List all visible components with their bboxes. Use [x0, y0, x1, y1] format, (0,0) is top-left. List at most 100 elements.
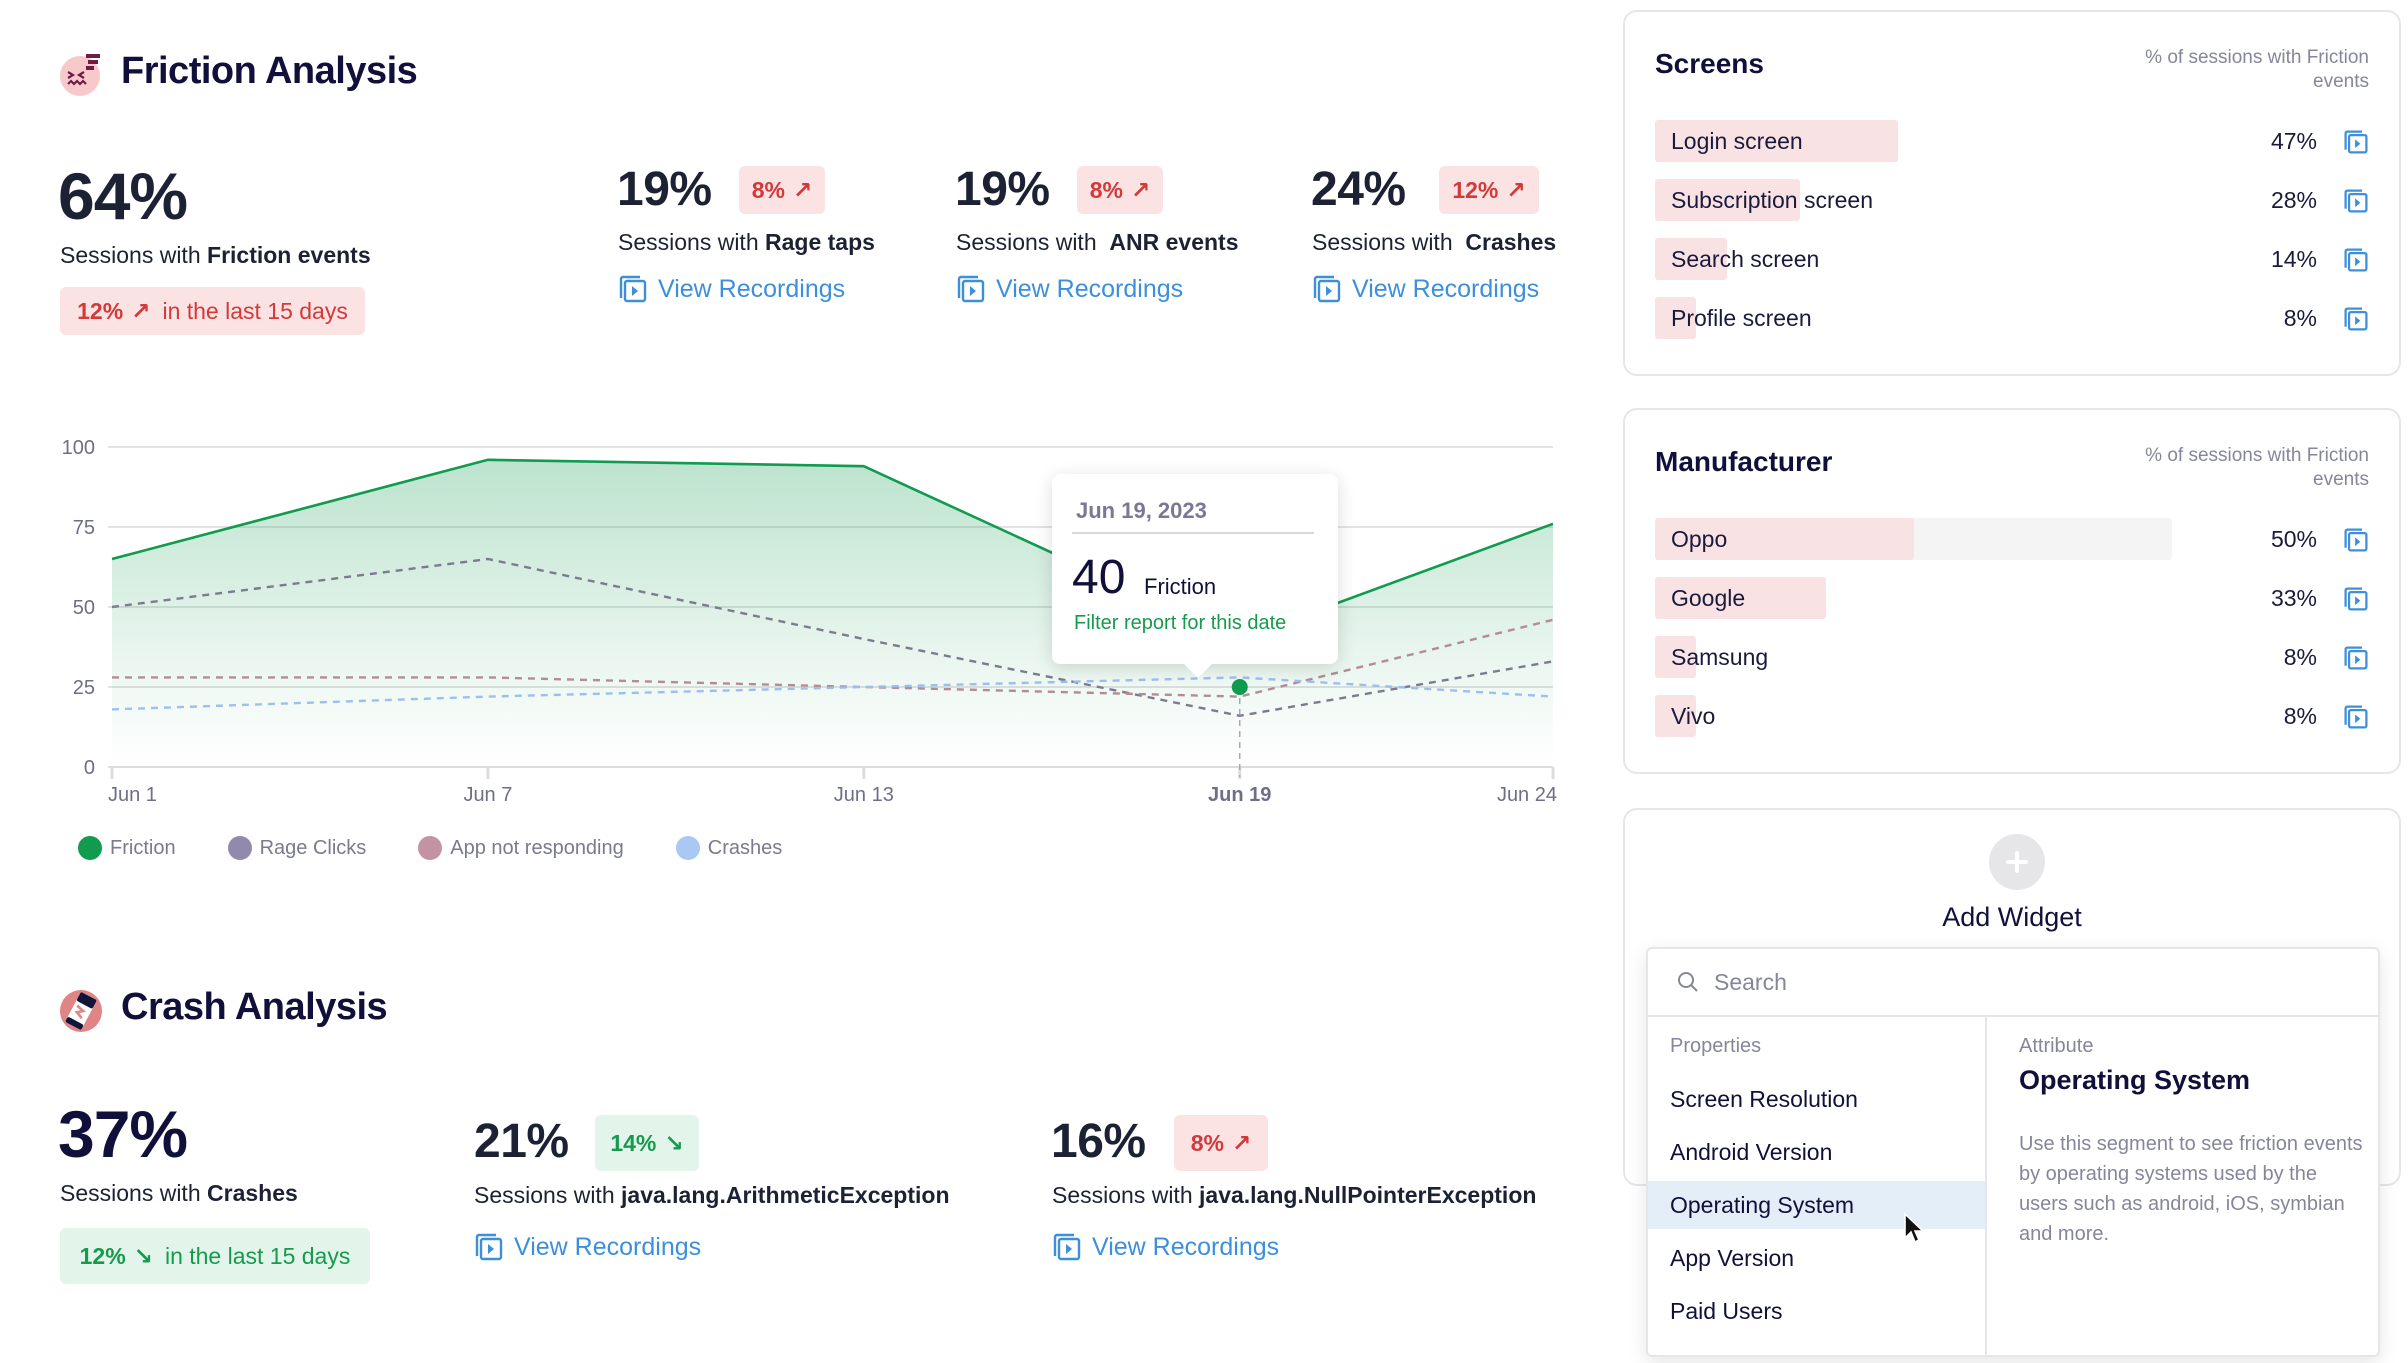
row-percent: 8% — [2283, 305, 2317, 331]
manufacturer-note: % of sessions with Friction events — [2145, 445, 2369, 490]
attribute-heading: Attribute — [2019, 1035, 2094, 1057]
view-recordings-link[interactable]: View Recordings — [618, 274, 845, 304]
friction-main-value: 64% — [58, 159, 188, 233]
legend-dot — [675, 836, 700, 860]
stat-value: 24% — [1311, 163, 1406, 216]
recordings-icon[interactable] — [2343, 247, 2369, 273]
y-tick-label: 25 — [73, 677, 95, 699]
attribute-description: Use this segment to see friction events … — [2019, 1133, 2363, 1245]
stat-badge: 8% ↗ — [739, 166, 825, 214]
screens-card: Screens % of sessions with Friction even… — [1623, 10, 2401, 376]
recordings-icon — [1313, 275, 1341, 303]
manufacturer-title: Manufacturer — [1655, 446, 1833, 477]
y-tick-label: 75 — [73, 517, 95, 539]
arrow-down-right-icon: ↘ — [664, 1129, 684, 1156]
row-label: Vivo — [1671, 703, 1716, 729]
legend-item-rage-clicks[interactable]: Rage Clicks — [227, 836, 366, 860]
friction-main-label: Sessions with Friction events — [60, 242, 371, 268]
x-tick-label: Jun 13 — [834, 784, 894, 806]
recordings-icon[interactable] — [2343, 704, 2369, 730]
row-label: Subscription screen — [1671, 187, 1873, 213]
arrow-up-right-icon: ↗ — [1130, 176, 1151, 203]
arrow-up-right-icon: ↗ — [792, 176, 813, 203]
row-label: Google — [1671, 585, 1746, 611]
property-item[interactable]: App Version — [1648, 1234, 1985, 1282]
row-label: Profile screen — [1671, 305, 1812, 331]
view-recordings-link[interactable]: View Recordings — [956, 274, 1183, 304]
row-percent: 47% — [2270, 128, 2317, 154]
recordings-icon[interactable] — [2343, 645, 2369, 671]
stat-label: Sessions with ANR events — [956, 229, 1239, 255]
property-item[interactable]: Operating System — [1648, 1181, 1985, 1229]
crash-main-label: Sessions with Crashes — [60, 1180, 298, 1206]
chart-legend: Friction Rage Clicks App not responding … — [78, 836, 782, 860]
stat-value: 21% — [474, 1115, 569, 1168]
screens-row[interactable]: Search screen 14% — [1655, 238, 2369, 280]
tooltip-divider — [1072, 532, 1314, 534]
row-percent: 8% — [2283, 644, 2317, 670]
manufacturer-card: Manufacturer % of sessions with Friction… — [1623, 408, 2401, 774]
row-label: Search screen — [1671, 246, 1820, 272]
legend-item-app-not-responding[interactable]: App not responding — [418, 836, 624, 860]
row-percent: 50% — [2270, 526, 2317, 552]
add-widget-title: Add Widget — [1942, 902, 2082, 932]
stat-badge: 8% ↗ — [1174, 1115, 1268, 1171]
screens-row[interactable]: Login screen 47% — [1655, 120, 2369, 162]
x-tick-label: Jun 7 — [463, 784, 512, 806]
property-item[interactable]: Paid Users — [1648, 1287, 1985, 1335]
search-bar — [1648, 949, 2378, 1017]
tooltip-date: Jun 19, 2023 — [1076, 498, 1207, 523]
properties-list: Properties Screen Resolution Android Vers… — [1648, 1017, 1985, 1355]
row-label: Login screen — [1671, 128, 1803, 154]
manufacturer-row[interactable]: Oppo 50% — [1655, 518, 2369, 560]
property-item[interactable]: Android Version — [1648, 1128, 1985, 1176]
crash-phone-icon — [60, 990, 102, 1032]
crash-trend-badge: 12% ↘ in the last 15 days — [60, 1228, 370, 1284]
row-percent: 28% — [2270, 187, 2317, 213]
manufacturer-row[interactable]: Google 33% — [1655, 577, 2369, 619]
legend-item-crashes[interactable]: Crashes — [675, 836, 782, 860]
add-widget-button[interactable] — [1989, 834, 2045, 890]
stat-label: Sessions with Crashes — [1312, 229, 1557, 255]
friction-trend-badge: 12% ↗ in the last 15 days — [60, 287, 365, 335]
stat-value: 16% — [1051, 1115, 1146, 1168]
manufacturer-row[interactable]: Vivo 8% — [1655, 695, 2369, 737]
view-recordings-link[interactable]: View Recordings — [474, 1232, 701, 1262]
chart-tooltip: Jun 19, 2023 40 Friction Filter report f… — [1052, 474, 1338, 678]
recordings-icon — [475, 1233, 503, 1261]
y-tick-label: 50 — [73, 597, 95, 619]
row-percent: 14% — [2270, 246, 2317, 272]
arrow-down-right-icon: ↘ — [133, 1242, 153, 1269]
crash-main-value: 37% — [58, 1097, 188, 1171]
recordings-icon — [619, 275, 647, 303]
friction-trend-chart: 0 25 50 75 100 Jun 1 Jun 7 Jun 13 Jun 19 Jun 24 — [62, 437, 1557, 806]
recordings-icon[interactable] — [2343, 586, 2369, 612]
arrow-up-right-icon: ↗ — [1231, 1129, 1252, 1156]
recordings-icon[interactable] — [2343, 188, 2369, 214]
view-recordings-link[interactable]: View Recordings — [1312, 274, 1539, 304]
search-input[interactable] — [1714, 968, 2314, 996]
plus-icon — [2006, 851, 2028, 873]
screens-row[interactable]: Profile screen 8% — [1655, 297, 2369, 339]
attribute-panel: Attribute Operating System Use this segm… — [1987, 1017, 2378, 1355]
stat-label: Sessions with java.lang.ArithmeticExcept… — [474, 1182, 950, 1208]
properties-heading: Properties — [1670, 1035, 1762, 1057]
search-icon — [1678, 972, 1698, 992]
tooltip-series: Friction — [1144, 574, 1217, 599]
legend-dot — [418, 836, 443, 860]
legend-dot — [227, 836, 252, 860]
legend-item-friction[interactable]: Friction — [78, 836, 176, 860]
screens-note: % of sessions with Friction events — [2145, 47, 2369, 92]
screens-row[interactable]: Subscription screen 28% — [1655, 179, 2369, 221]
stat-label: Sessions with java.lang.NullPointerExcep… — [1052, 1182, 1537, 1208]
recordings-icon[interactable] — [2343, 306, 2369, 332]
manufacturer-row[interactable]: Samsung 8% — [1655, 636, 2369, 678]
stat-value: 19% — [617, 163, 712, 216]
recordings-icon[interactable] — [2343, 129, 2369, 155]
stat-badge: 14% ↘ — [595, 1115, 699, 1171]
property-item[interactable]: Screen Resolution — [1648, 1075, 1985, 1123]
crash-title: Crash Analysis — [121, 986, 388, 1028]
filter-report-link[interactable]: Filter report for this date — [1074, 612, 1286, 635]
view-recordings-link[interactable]: View Recordings — [1052, 1232, 1279, 1262]
recordings-icon[interactable] — [2343, 527, 2369, 553]
